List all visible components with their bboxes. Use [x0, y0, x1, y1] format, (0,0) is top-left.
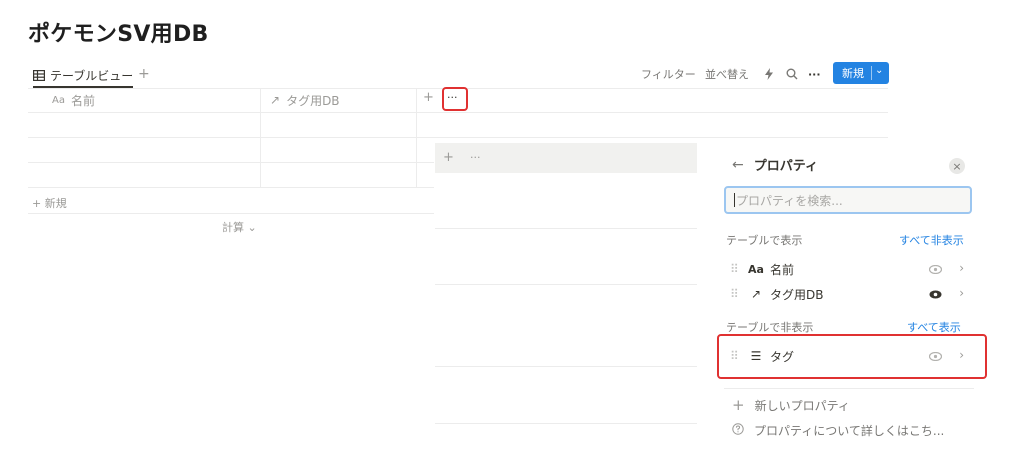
row-border	[28, 187, 434, 188]
back-arrow-icon[interactable]: ←	[732, 157, 744, 173]
row-border	[435, 423, 697, 424]
tab-label: テーブルビュー	[50, 68, 134, 83]
floating-add-button[interactable]: +	[443, 150, 454, 165]
help-icon	[732, 423, 744, 438]
lightning-icon[interactable]	[764, 63, 774, 85]
hidden-section-label: テーブルで非表示	[726, 321, 814, 334]
shown-section-label: テーブルで表示	[726, 234, 803, 247]
table-icon	[33, 69, 45, 81]
eye-icon[interactable]	[929, 288, 942, 302]
new-property-button[interactable]: + 新しいプロパティ	[732, 396, 850, 414]
filter-button[interactable]: フィルター	[641, 63, 696, 85]
property-name: タグ	[770, 349, 795, 364]
help-label: プロパティについて詳しくはこち...	[754, 424, 945, 438]
page-title: ポケモンSV用DB	[28, 22, 209, 47]
tab-table-view[interactable]: テーブルビュー	[33, 64, 133, 86]
calculate-button[interactable]: 計算 ⌄	[222, 219, 257, 235]
property-name: 名前	[770, 262, 795, 277]
column-divider	[416, 88, 417, 187]
panel-header: ← プロパティ	[732, 155, 818, 175]
relation-arrow-icon: ↗	[750, 287, 762, 301]
hide-all-button[interactable]: すべて非表示	[899, 232, 964, 248]
add-column-button[interactable]: +	[423, 90, 434, 105]
add-view-button[interactable]: +	[138, 64, 150, 84]
row-border	[435, 366, 697, 367]
drag-handle-icon[interactable]: ⠿	[730, 287, 746, 301]
property-name: タグ用DB	[770, 287, 824, 302]
row-border	[28, 137, 888, 138]
search-placeholder: プロパティを検索...	[736, 193, 843, 208]
column-header-label: 名前	[70, 93, 95, 108]
row-border	[28, 162, 434, 163]
column-header-tag-db[interactable]: ↗ タグ用DB	[270, 90, 340, 110]
chevron-right-icon[interactable]: ›	[959, 348, 964, 362]
row-border	[435, 228, 697, 229]
property-row-tag-db[interactable]: ⠿ ↗ タグ用DB ›	[730, 283, 970, 305]
eye-icon[interactable]	[928, 263, 943, 277]
show-all-button[interactable]: すべて表示	[907, 319, 961, 335]
search-icon[interactable]	[786, 63, 798, 85]
panel-title: プロパティ	[753, 159, 818, 174]
property-row-name[interactable]: ⠿ Aa 名前 ›	[730, 258, 970, 280]
row-border	[28, 213, 434, 214]
chevron-down-icon[interactable]: ⌄	[875, 65, 883, 76]
column-header-label: タグ用DB	[286, 93, 340, 108]
drag-handle-icon[interactable]: ⠿	[730, 262, 746, 276]
new-property-label: 新しいプロパティ	[754, 398, 850, 413]
property-row-tag[interactable]: ⠿ ☰ タグ ›	[730, 345, 970, 367]
property-search-input[interactable]: プロパティを検索...	[724, 186, 972, 214]
chevron-right-icon[interactable]: ›	[959, 261, 964, 275]
floating-more-button[interactable]: ···	[470, 151, 481, 164]
relation-arrow-icon: ↗	[270, 93, 281, 107]
close-icon[interactable]: ×	[949, 158, 965, 174]
list-icon: ☰	[750, 349, 762, 363]
drag-handle-icon[interactable]: ⠿	[730, 349, 746, 363]
eye-off-icon[interactable]	[928, 350, 943, 364]
new-button[interactable]: 新規 ⌄	[833, 62, 889, 84]
new-row-button[interactable]: + 新規	[32, 195, 67, 211]
more-options-button[interactable]: ···	[808, 63, 821, 85]
panel-divider	[724, 388, 974, 389]
plus-icon: +	[732, 396, 745, 414]
column-divider	[260, 88, 261, 187]
text-type-icon: Aa	[52, 94, 65, 106]
row-border	[435, 284, 697, 285]
sort-button[interactable]: 並べ替え	[705, 63, 749, 85]
text-type-icon: Aa	[748, 262, 764, 276]
more-column-button[interactable]: ···	[447, 91, 458, 104]
text-caret	[734, 193, 735, 207]
table-header-border	[28, 112, 888, 113]
column-header-name[interactable]: Aa 名前	[52, 90, 95, 110]
chevron-right-icon[interactable]: ›	[959, 286, 964, 300]
new-button-label: 新規	[842, 67, 864, 80]
new-button-divider	[871, 66, 872, 80]
help-link[interactable]: プロパティについて詳しくはこち...	[732, 422, 944, 439]
